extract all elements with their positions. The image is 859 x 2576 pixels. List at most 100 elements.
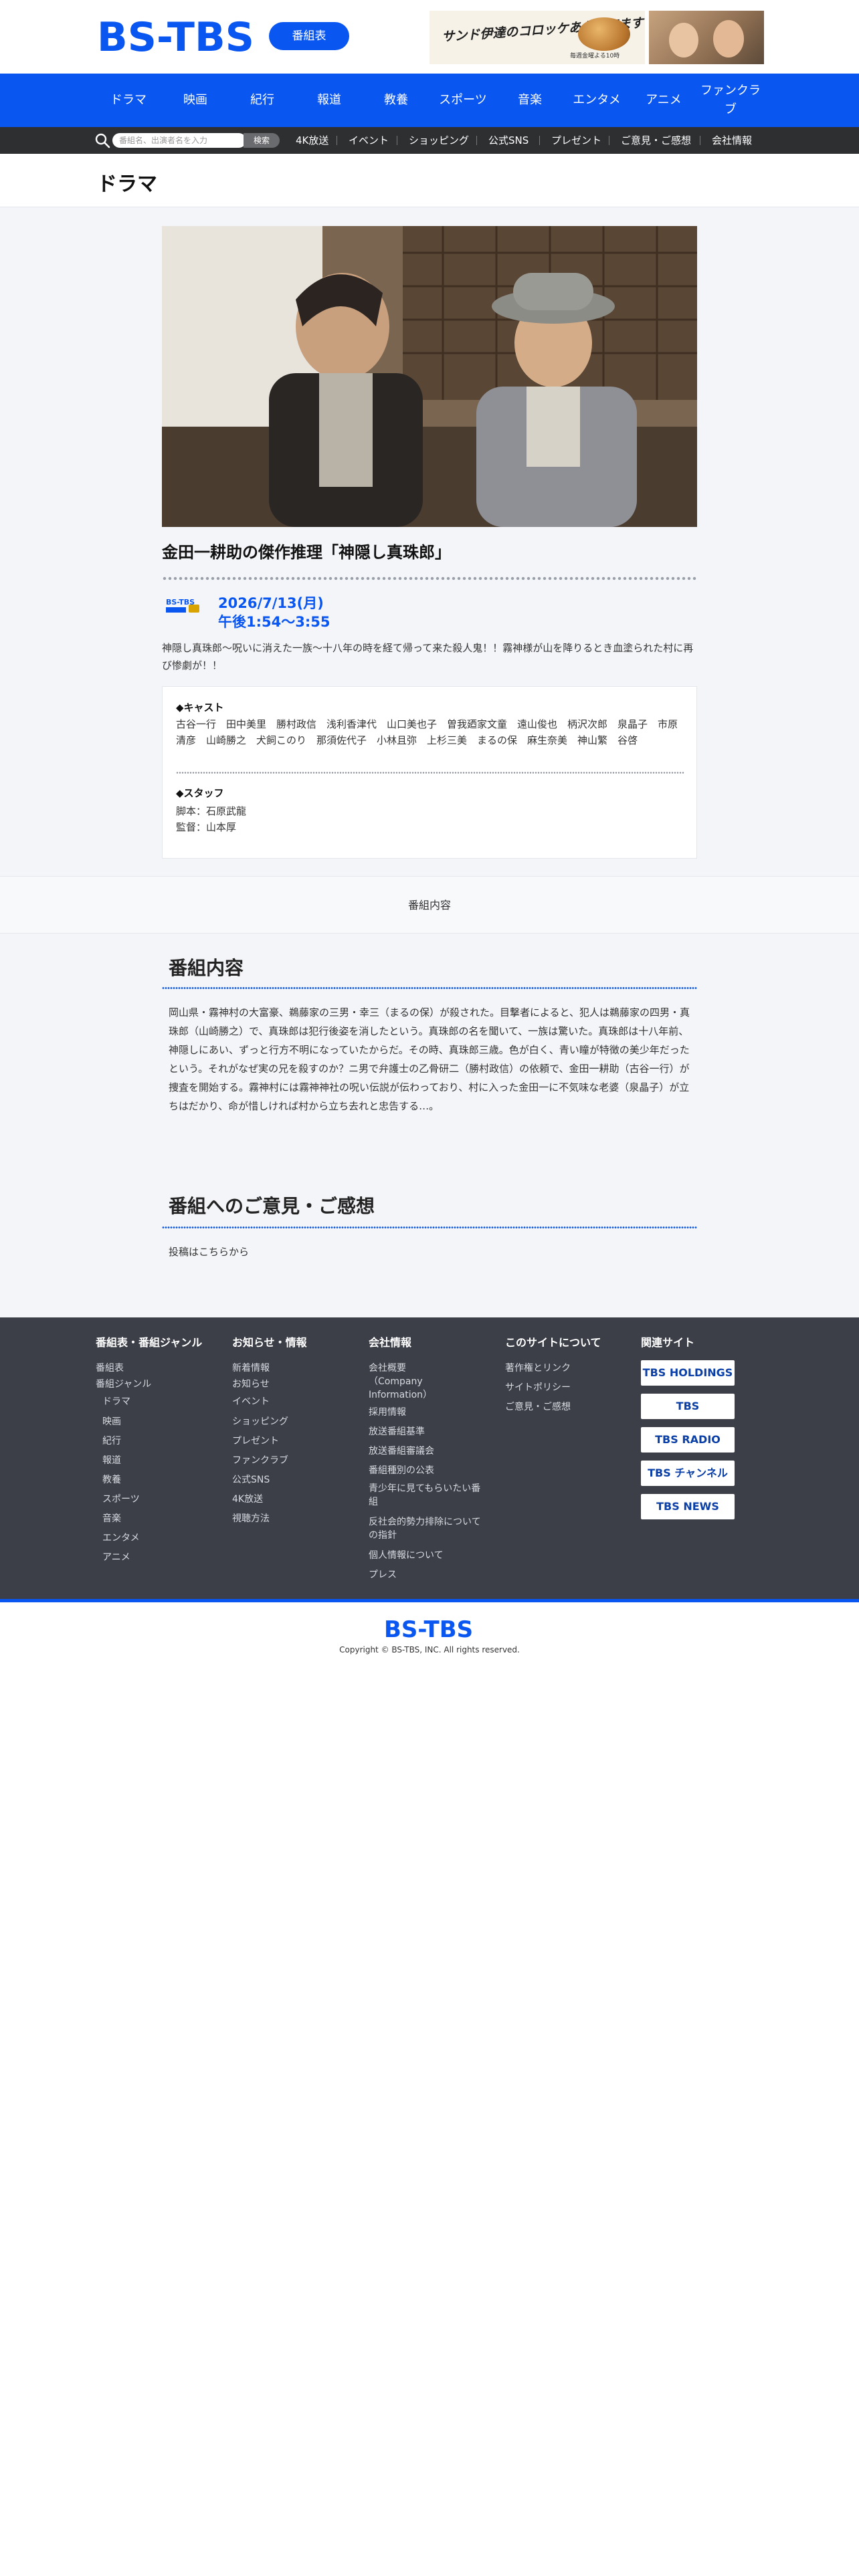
- footer-link[interactable]: 新着情報: [232, 1362, 270, 1375]
- site-header: BS-TBS 番組表 サンド伊達のコロッケあがってます 毎週金曜よる10時: [0, 0, 859, 74]
- tbs-channel-link[interactable]: TBS チャンネル: [641, 1461, 735, 1486]
- nav-entertainment[interactable]: エンタメ: [563, 74, 630, 127]
- footer-link[interactable]: 会社概要: [369, 1362, 406, 1375]
- content-section-title: 番組内容: [169, 957, 244, 979]
- footer-logo[interactable]: BS-TBS: [384, 1614, 475, 1641]
- search-button[interactable]: 検索: [244, 133, 280, 148]
- program-key-visual: [162, 226, 697, 527]
- footer-link[interactable]: 4K放送: [232, 1493, 263, 1506]
- nav-culture[interactable]: 教養: [363, 74, 430, 127]
- nav-news[interactable]: 報道: [296, 74, 363, 127]
- footer-link[interactable]: ご意見・ご感想: [505, 1400, 571, 1414]
- footer-link[interactable]: ファンクラブ: [232, 1454, 288, 1467]
- ad-banner-hosts[interactable]: [649, 11, 764, 64]
- nav-movie[interactable]: 映画: [162, 74, 229, 127]
- footer-link[interactable]: サイトポリシー: [505, 1381, 571, 1394]
- search-icon[interactable]: [94, 132, 110, 148]
- credits-box: ◆キャスト 古谷一行 田中美里 勝村政信 浅利香津代 山口美也子 曽我廼家文童 …: [162, 686, 697, 859]
- subnav-present[interactable]: プレゼント: [551, 127, 601, 154]
- tbs-link[interactable]: TBS: [641, 1394, 735, 1419]
- footer-link[interactable]: 著作権とリンク: [505, 1362, 571, 1375]
- staff-heading: ◆スタッフ: [176, 787, 224, 799]
- footer-heading-about: このサイトについて: [505, 1336, 601, 1349]
- nav-anime[interactable]: アニメ: [630, 74, 697, 127]
- subnav-divider: [476, 136, 477, 145]
- subnav-divider: [539, 136, 540, 145]
- tbs-news-link[interactable]: TBS NEWS: [641, 1494, 735, 1519]
- footer-link[interactable]: 番組種別の公表: [369, 1464, 434, 1477]
- search-input[interactable]: 番組名、出演者名を入力: [112, 133, 246, 148]
- footer-link[interactable]: お知らせ: [232, 1378, 270, 1391]
- footer-link[interactable]: イベント: [232, 1395, 270, 1408]
- footer-link[interactable]: スポーツ: [102, 1493, 140, 1506]
- utility-bar: 番組名、出演者名を入力 検索 4K放送 イベント ショッピング 公式SNS プレ…: [0, 127, 859, 154]
- bs-tbs-logo[interactable]: BS-TBS: [97, 15, 256, 58]
- subnav-shopping[interactable]: ショッピング: [409, 127, 469, 154]
- footer-link[interactable]: アニメ: [102, 1551, 130, 1564]
- footer-link[interactable]: 番組ジャンル: [96, 1378, 151, 1391]
- credits-divider: [176, 772, 684, 774]
- program-guide-button[interactable]: 番組表: [269, 22, 349, 50]
- tbs-holdings-link[interactable]: TBS HOLDINGS: [641, 1360, 735, 1386]
- genre-navigation: ドラマ 映画 紀行 報道 教養 スポーツ 音楽 エンタメ アニメ ファンクラブ: [0, 74, 859, 127]
- footer-link[interactable]: 報道: [102, 1454, 121, 1467]
- footer-link[interactable]: プレス: [369, 1568, 397, 1582]
- footer-link[interactable]: （Company Information）: [369, 1375, 484, 1402]
- feedback-link[interactable]: 投稿はこちらから: [169, 1243, 693, 1261]
- tab-program-content[interactable]: 番組内容: [0, 877, 859, 934]
- nav-travel[interactable]: 紀行: [229, 74, 296, 127]
- footer-logo-text: BS-TBS: [384, 1616, 473, 1641]
- staff-writer: 脚本：石原武龍: [176, 805, 247, 817]
- footer-link[interactable]: 青少年に見てもらいたい番組: [369, 1482, 489, 1509]
- footer-link[interactable]: 教養: [102, 1473, 121, 1487]
- subnav-sns[interactable]: 公式SNS: [488, 127, 529, 154]
- nav-sports[interactable]: スポーツ: [430, 74, 496, 127]
- page-title: ドラマ: [97, 173, 157, 196]
- page-title-band: ドラマ: [0, 154, 859, 207]
- feedback-section-divider: [162, 1226, 697, 1228]
- program-summary: 神隠し真珠郎〜呪いに消えた一族〜十八年の時を経て帰って来た殺人鬼！！霧神様が山を…: [162, 642, 694, 671]
- footer-link[interactable]: プレゼント: [232, 1434, 279, 1448]
- footer-link[interactable]: 映画: [102, 1415, 121, 1428]
- nav-drama[interactable]: ドラマ: [95, 74, 162, 127]
- footer-link[interactable]: エンタメ: [102, 1531, 140, 1545]
- logo-text: BS-TBS: [97, 15, 254, 58]
- footer-link[interactable]: 個人情報について: [369, 1549, 444, 1562]
- bs-tbs-channel-icon: BS-TBS: [166, 598, 199, 613]
- nav-music[interactable]: 音楽: [496, 74, 563, 127]
- footer-link[interactable]: ショッピング: [232, 1415, 288, 1428]
- air-datetime: 2026/7/13(月) 午後1:54〜3:55: [218, 594, 330, 631]
- footer-link[interactable]: 番組表: [96, 1362, 124, 1375]
- ad-banner-schedule: 毎週金曜よる10時: [570, 53, 620, 60]
- ad-banner-croquette[interactable]: サンド伊達のコロッケあがってます 毎週金曜よる10時: [430, 11, 645, 64]
- footer-heading-guide: 番組表・番組ジャンル: [96, 1336, 203, 1349]
- footer-link[interactable]: 採用情報: [369, 1406, 406, 1419]
- host-photo-left: [669, 23, 698, 58]
- cast-heading: ◆キャスト: [176, 702, 224, 714]
- footer-link[interactable]: ドラマ: [102, 1395, 130, 1408]
- croquette-image: [578, 17, 630, 51]
- subnav-feedback[interactable]: ご意見・ご感想: [621, 127, 691, 154]
- tbs-radio-link[interactable]: TBS RADIO: [641, 1427, 735, 1453]
- subnav-4k[interactable]: 4K放送: [296, 127, 328, 154]
- footer-heading-company: 会社情報: [369, 1336, 412, 1349]
- footer-link[interactable]: 音楽: [102, 1512, 121, 1525]
- footer-link[interactable]: 反社会的勢力排除についての指針: [369, 1515, 489, 1542]
- footer-link[interactable]: 放送番組基準: [369, 1425, 425, 1438]
- footer-link[interactable]: 放送番組審議会: [369, 1444, 434, 1458]
- host-photo-right: [713, 20, 744, 58]
- copyright: Copyright © BS-TBS, INC. All rights rese…: [339, 1645, 520, 1654]
- feedback-section-title: 番組へのご意見・ご感想: [169, 1195, 375, 1217]
- footer-link[interactable]: 紀行: [102, 1434, 121, 1448]
- footer-link[interactable]: 公式SNS: [232, 1473, 270, 1487]
- content-section-divider: [162, 987, 697, 989]
- footer-link[interactable]: 視聴方法: [232, 1512, 270, 1525]
- title-divider: [162, 576, 697, 580]
- subnav-event[interactable]: イベント: [349, 127, 389, 154]
- subnav-company[interactable]: 会社情報: [712, 127, 752, 154]
- nav-fanclub[interactable]: ファンクラブ: [697, 74, 764, 127]
- air-date: 2026/7/13(月): [218, 595, 324, 611]
- cast-list: 古谷一行 田中美里 勝村政信 浅利香津代 山口美也子 曽我廼家文童 遠山俊也 柄…: [176, 718, 678, 746]
- program-photo: [162, 226, 697, 527]
- program-title: 金田一耕助の傑作推理「神隠し真珠郎」: [162, 543, 451, 562]
